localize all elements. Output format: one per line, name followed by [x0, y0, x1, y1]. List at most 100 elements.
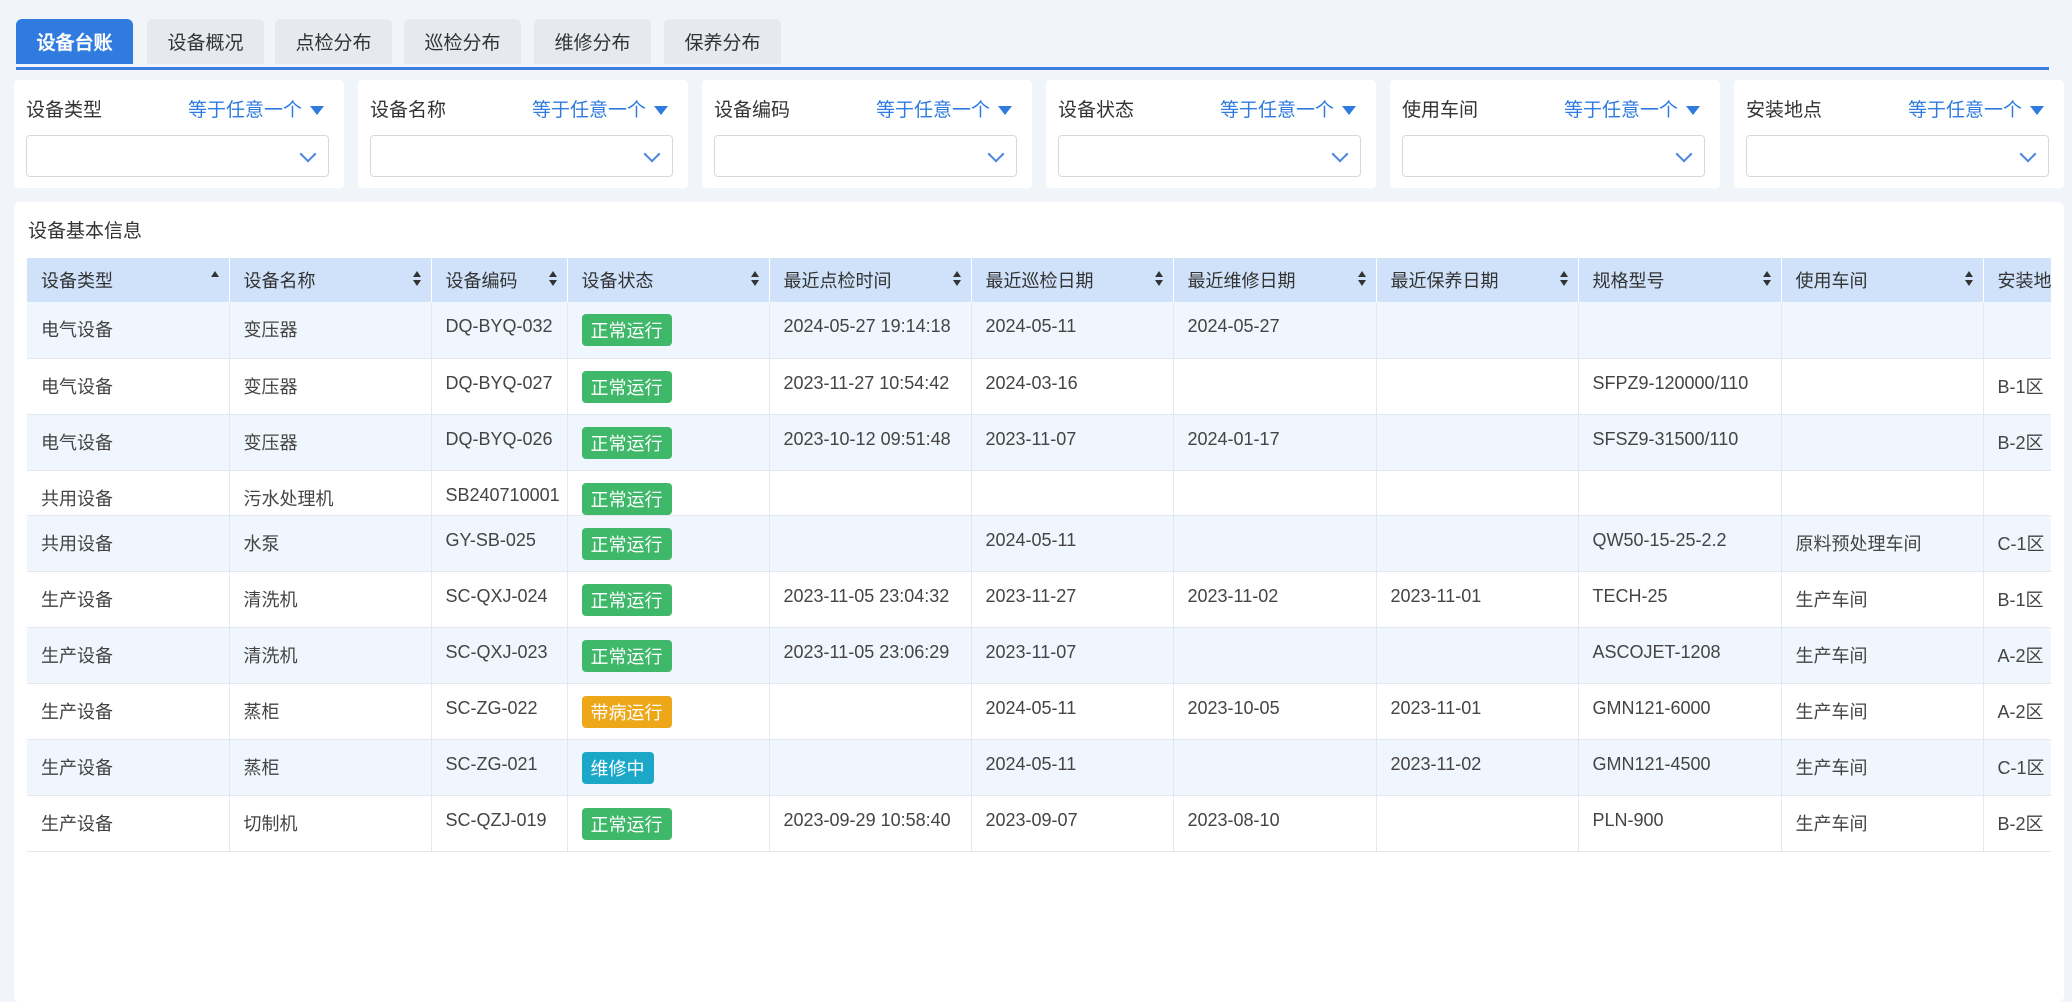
- filter-equipment-code: 设备编码 等于任意一个: [702, 80, 1032, 188]
- filter-operator-dropdown[interactable]: 等于任意一个: [532, 95, 668, 122]
- table-row[interactable]: 生产设备 蒸柜 SC-ZG-021 维修中 2024-05-11 2023-11-02 GM…: [27, 739, 2051, 796]
- status-badge: 带病运行: [581, 695, 672, 728]
- table-cell-check: 2023-11-05 23:04:32: [769, 571, 972, 628]
- tab-repair-distribution[interactable]: 维修分布: [534, 19, 651, 64]
- table-row[interactable]: 生产设备 蒸柜 SC-ZG-022 带病运行 2024-05-11 2023-10-05 2…: [27, 683, 2051, 740]
- table-cell-repair: 2024-01-17: [1173, 414, 1377, 471]
- table-cell-name: 污水处理机: [229, 470, 432, 516]
- column-header[interactable]: 最近点检时间: [769, 258, 972, 302]
- table-cell-maint: [1376, 795, 1579, 852]
- filter-value-select[interactable]: [26, 135, 329, 177]
- column-header[interactable]: 设备编码: [431, 258, 568, 302]
- column-header[interactable]: 最近巡检日期: [971, 258, 1174, 302]
- tab-patrol-distribution[interactable]: 巡检分布: [404, 19, 521, 64]
- table-cell-name: 变压器: [229, 302, 432, 359]
- table-cell-type: 生产设备: [27, 571, 230, 628]
- filter-value-select[interactable]: [370, 135, 673, 177]
- table-cell-loc: A-2区: [1983, 627, 2051, 684]
- table-cell-loc: B-2区: [1983, 414, 2051, 471]
- table-cell-code: SC-QZJ-019: [431, 795, 568, 852]
- table-cell-patrol: 2024-03-16: [971, 358, 1174, 415]
- table-row[interactable]: 共用设备 污水处理机 SB240710001 正常运行: [27, 470, 2051, 516]
- status-badge: 正常运行: [581, 370, 672, 403]
- column-header[interactable]: 设备类型: [27, 258, 230, 302]
- table-cell-maint: [1376, 302, 1579, 359]
- table-cell-type: 生产设备: [27, 795, 230, 852]
- table-cell-type: 电气设备: [27, 414, 230, 471]
- table-cell-shop: [1781, 302, 1984, 359]
- filter-operator-dropdown[interactable]: 等于任意一个: [876, 95, 1012, 122]
- table-cell-status: 正常运行: [567, 795, 770, 852]
- table-cell-maint: 2023-11-01: [1376, 683, 1579, 740]
- filter-operator-dropdown[interactable]: 等于任意一个: [1564, 95, 1700, 122]
- column-header[interactable]: 设备名称: [229, 258, 432, 302]
- column-header[interactable]: 最近保养日期: [1376, 258, 1579, 302]
- column-header[interactable]: 使用车间: [1781, 258, 1984, 302]
- status-badge: 正常运行: [581, 527, 672, 560]
- column-header[interactable]: 安装地点: [1983, 258, 2051, 302]
- table-row[interactable]: 电气设备 变压器 DQ-BYQ-027 正常运行 2023-11-27 10:54:42…: [27, 358, 2051, 415]
- tab-spot-check-distribution[interactable]: 点检分布: [275, 19, 392, 64]
- table-cell-patrol: 2023-11-27: [971, 571, 1174, 628]
- filter-operator-dropdown[interactable]: 等于任意一个: [188, 95, 324, 122]
- table-cell-spec: SFSZ9-31500/110: [1578, 414, 1782, 471]
- table-row[interactable]: 电气设备 变压器 DQ-BYQ-026 正常运行 2023-10-12 09:51:48…: [27, 414, 2051, 471]
- column-header[interactable]: 设备状态: [567, 258, 770, 302]
- filter-operator-dropdown[interactable]: 等于任意一个: [1220, 95, 1356, 122]
- table-cell-repair: 2023-10-05: [1173, 683, 1377, 740]
- filter-value-select[interactable]: [1402, 135, 1705, 177]
- table-cell-name: 切制机: [229, 795, 432, 852]
- tab-equipment-overview[interactable]: 设备概况: [147, 19, 264, 64]
- table-cell-name: 蒸柜: [229, 739, 432, 796]
- table-row[interactable]: 生产设备 清洗机 SC-QXJ-023 正常运行 2023-11-05 23:06:29…: [27, 627, 2051, 684]
- table-cell-loc: C-1区: [1983, 739, 2051, 796]
- chevron-down-icon: [1331, 145, 1349, 163]
- tab-bar: 设备台账 设备概况 点检分布 巡检分布 维修分布 保养分布: [16, 19, 2049, 70]
- table-cell-shop: [1781, 414, 1984, 471]
- table-cell-loc: A-2区: [1983, 683, 2051, 740]
- table-cell-repair: [1173, 358, 1377, 415]
- table-cell-check: 2024-05-27 19:14:18: [769, 302, 972, 359]
- filter-equipment-status: 设备状态 等于任意一个: [1046, 80, 1376, 188]
- chevron-down-icon: [643, 145, 661, 163]
- table-cell-status: 正常运行: [567, 515, 770, 572]
- table-cell-patrol: 2023-11-07: [971, 627, 1174, 684]
- table-cell-shop: 生产车间: [1781, 627, 1984, 684]
- status-badge: 正常运行: [581, 583, 672, 616]
- table-cell-status: 正常运行: [567, 358, 770, 415]
- filter-value-select[interactable]: [1058, 135, 1361, 177]
- table-cell-patrol: 2024-05-11: [971, 302, 1174, 359]
- table-cell-type: 共用设备: [27, 470, 230, 516]
- tab-maintenance-distribution[interactable]: 保养分布: [664, 19, 781, 64]
- table-cell-check: 2023-10-12 09:51:48: [769, 414, 972, 471]
- column-header[interactable]: 规格型号: [1578, 258, 1782, 302]
- chevron-down-icon: [987, 145, 1005, 163]
- status-badge: 正常运行: [581, 314, 672, 346]
- caret-down-icon: [654, 106, 668, 115]
- column-header[interactable]: 最近维修日期: [1173, 258, 1377, 302]
- table-row[interactable]: 电气设备 变压器 DQ-BYQ-032 正常运行 2024-05-27 19:14:18…: [27, 302, 2051, 359]
- equipment-table: 设备类型 设备名称 设备编码 设备状态 最近点检时间 最近巡检日期 最近维修日期…: [27, 258, 2051, 998]
- table-cell-spec: SFPZ9-120000/110: [1578, 358, 1782, 415]
- table-row[interactable]: 生产设备 清洗机 SC-QXJ-024 正常运行 2023-11-05 23:04:32…: [27, 571, 2051, 628]
- table-cell-shop: [1781, 358, 1984, 415]
- table-row[interactable]: 共用设备 水泵 GY-SB-025 正常运行 2024-05-11 QW50-15-25-…: [27, 515, 2051, 572]
- table-cell-loc: B-1区: [1983, 358, 2051, 415]
- table-cell-spec: ASCOJET-1208: [1578, 627, 1782, 684]
- table-cell-type: 生产设备: [27, 683, 230, 740]
- filter-value-select[interactable]: [1746, 135, 2049, 177]
- table-cell-repair: 2023-08-10: [1173, 795, 1377, 852]
- tab-equipment-ledger[interactable]: 设备台账: [16, 19, 133, 64]
- panel-title: 设备基本信息: [28, 220, 143, 242]
- filter-value-select[interactable]: [714, 135, 1017, 177]
- table-cell-name: 清洗机: [229, 627, 432, 684]
- table-cell-loc: B-1区: [1983, 571, 2051, 628]
- filter-operator-dropdown[interactable]: 等于任意一个: [1908, 95, 2044, 122]
- table-cell-spec: [1578, 470, 1782, 516]
- table-cell-code: DQ-BYQ-026: [431, 414, 568, 471]
- table-cell-code: SC-QXJ-023: [431, 627, 568, 684]
- table-cell-code: SC-ZG-021: [431, 739, 568, 796]
- table-row[interactable]: 生产设备 切制机 SC-QZJ-019 正常运行 2023-09-29 10:58:40…: [27, 795, 2051, 852]
- table-cell-code: SC-ZG-022: [431, 683, 568, 740]
- table-cell-name: 水泵: [229, 515, 432, 572]
